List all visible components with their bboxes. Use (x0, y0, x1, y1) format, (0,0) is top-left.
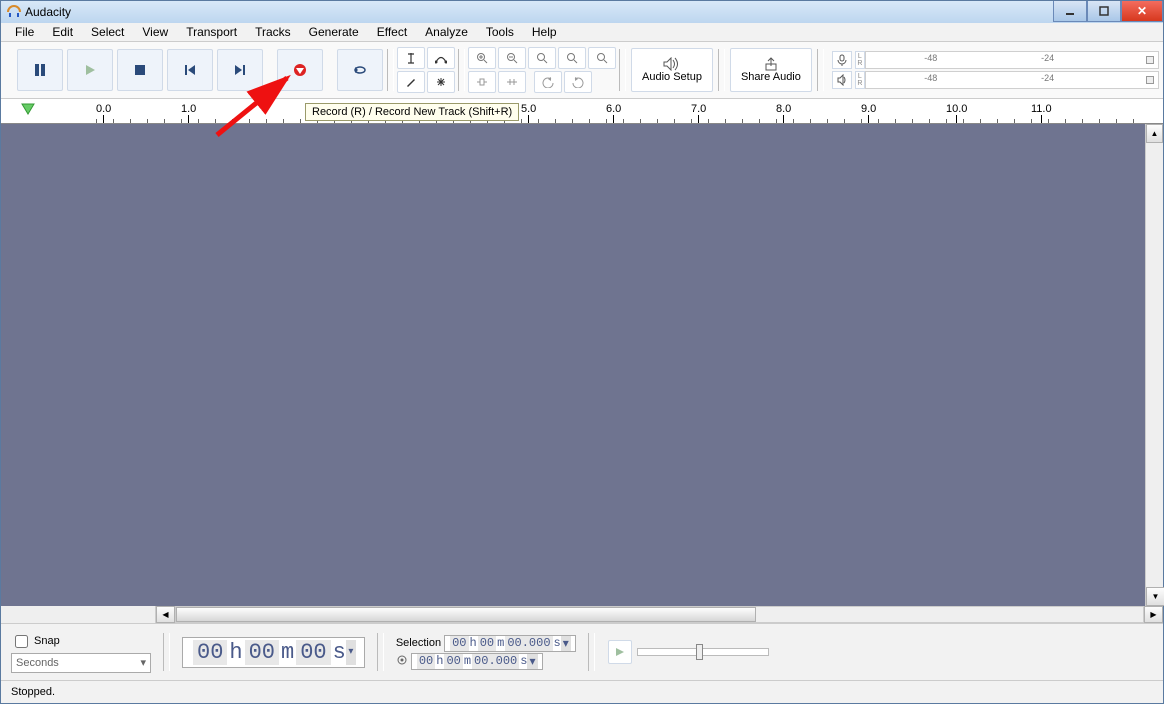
menu-file[interactable]: File (7, 24, 42, 40)
ruler-tick: 5.0 (521, 103, 536, 123)
menu-transport[interactable]: Transport (178, 24, 245, 40)
speed-thumb[interactable] (696, 644, 703, 660)
speaker-meter-icon (832, 71, 852, 89)
time-h-label: h (229, 640, 242, 665)
skip-end-button[interactable] (217, 49, 263, 91)
snap-label: Snap (34, 635, 60, 647)
play-button[interactable] (67, 49, 113, 91)
zoom-toggle-button[interactable] (588, 47, 616, 69)
loop-button[interactable] (337, 49, 383, 91)
play-at-speed-button[interactable] (608, 640, 632, 664)
menu-analyze[interactable]: Analyze (417, 24, 476, 40)
bottom-panel: Snap Seconds▾ 00 h 00 m 00 s ▾ Selection… (1, 623, 1163, 680)
meter-tick-48b: -48 (924, 73, 937, 83)
microphone-icon (832, 51, 852, 69)
meter-r2: R (856, 80, 864, 87)
time-display[interactable]: 00 h 00 m 00 s ▾ (182, 637, 365, 668)
share-audio-button[interactable]: Share Audio (730, 48, 812, 92)
skip-start-button[interactable] (167, 49, 213, 91)
scroll-up-button[interactable]: ▲ (1146, 124, 1163, 143)
stop-button[interactable] (117, 49, 163, 91)
time-m-label: m (281, 640, 294, 665)
menu-generate[interactable]: Generate (301, 24, 367, 40)
ruler-tick: 9.0 (861, 103, 876, 123)
share-audio-label: Share Audio (741, 71, 801, 83)
fit-project-button[interactable] (558, 47, 586, 69)
minimize-button[interactable] (1053, 1, 1087, 22)
snap-unit-select[interactable]: Seconds▾ (11, 653, 151, 673)
ruler-tick: 10.0 (946, 103, 967, 123)
scroll-down-button[interactable]: ▼ (1146, 587, 1164, 606)
menu-help[interactable]: Help (524, 24, 565, 40)
time-minutes: 00 (245, 640, 279, 665)
redo-button[interactable] (564, 71, 592, 93)
menu-effect[interactable]: Effect (369, 24, 415, 40)
status-text: Stopped. (11, 686, 55, 698)
selection-label: Selection (396, 637, 441, 649)
meter-l: L (856, 53, 864, 60)
ruler-tick: 7.0 (691, 103, 706, 123)
scroll-left-button[interactable]: ◀ (156, 606, 175, 623)
app-icon (7, 5, 21, 19)
selection-start[interactable]: 00h 00m 00.000s▾ (444, 635, 576, 652)
meter-tick-24: -24 (1041, 53, 1054, 63)
snap-checkbox[interactable]: Snap (11, 632, 151, 651)
trim-button[interactable] (468, 71, 496, 93)
menu-bar: File Edit Select View Transport Tracks G… (1, 23, 1163, 42)
horizontal-scrollbar[interactable]: ◀ ▶ (1, 606, 1163, 623)
record-button[interactable] (277, 49, 323, 91)
menu-view[interactable]: View (134, 24, 176, 40)
playhead-marker[interactable] (21, 103, 35, 118)
gear-icon[interactable] (396, 654, 408, 669)
status-bar: Stopped. (1, 680, 1163, 703)
ruler-tick: 8.0 (776, 103, 791, 123)
multi-tool[interactable] (427, 71, 455, 93)
selection-end[interactable]: 00h 00m 00.000s▾ (411, 653, 543, 670)
zoom-in-button[interactable] (468, 47, 496, 69)
snap-unit-value: Seconds (16, 657, 59, 669)
meter-tick-24b: -24 (1041, 73, 1054, 83)
title-bar: Audacity ✕ (1, 1, 1163, 23)
fit-selection-button[interactable] (528, 47, 556, 69)
scroll-thumb[interactable] (176, 607, 756, 622)
record-tooltip: Record (R) / Record New Track (Shift+R) (305, 103, 519, 121)
maximize-button[interactable] (1087, 1, 1121, 22)
speaker-icon (663, 57, 681, 71)
toolbar-row: Audio Setup Share Audio LR -48 -24 LR (1, 42, 1163, 99)
draw-tool[interactable] (397, 71, 425, 93)
time-seconds: 00 (296, 640, 330, 665)
scroll-right-button[interactable]: ▶ (1144, 606, 1163, 623)
envelope-tool[interactable] (427, 47, 455, 69)
playback-speed-slider[interactable] (637, 648, 769, 656)
track-area[interactable]: ▲ ▼ (1, 124, 1163, 606)
ruler-tick: 6.0 (606, 103, 621, 123)
meter-r: R (856, 60, 864, 67)
close-button[interactable]: ✕ (1121, 1, 1163, 22)
zoom-out-button[interactable] (498, 47, 526, 69)
silence-button[interactable] (498, 71, 526, 93)
window-title: Audacity (25, 5, 71, 19)
menu-tracks[interactable]: Tracks (247, 24, 299, 40)
selection-tool[interactable] (397, 47, 425, 69)
time-hours: 00 (193, 640, 227, 665)
recording-meter[interactable]: LR -48 -24 (832, 51, 1159, 69)
meter-tick-48: -48 (924, 53, 937, 63)
audio-setup-button[interactable]: Audio Setup (631, 48, 713, 92)
pause-button[interactable] (17, 49, 63, 91)
menu-select[interactable]: Select (83, 24, 132, 40)
share-icon (763, 57, 779, 71)
time-s-label: s (333, 640, 346, 665)
ruler-tick: 1.0 (181, 103, 196, 123)
meter-l2: L (856, 73, 864, 80)
ruler-tick: 0.0 (96, 103, 111, 123)
menu-edit[interactable]: Edit (44, 24, 81, 40)
menu-tools[interactable]: Tools (478, 24, 522, 40)
undo-button[interactable] (534, 71, 562, 93)
timeline-ruler[interactable]: 0.01.05.06.07.08.09.010.011.0 (1, 99, 1163, 124)
audio-setup-label: Audio Setup (642, 71, 702, 83)
playback-meter[interactable]: LR -48 -24 (832, 71, 1159, 89)
vertical-scrollbar[interactable]: ▲ ▼ (1145, 124, 1163, 606)
